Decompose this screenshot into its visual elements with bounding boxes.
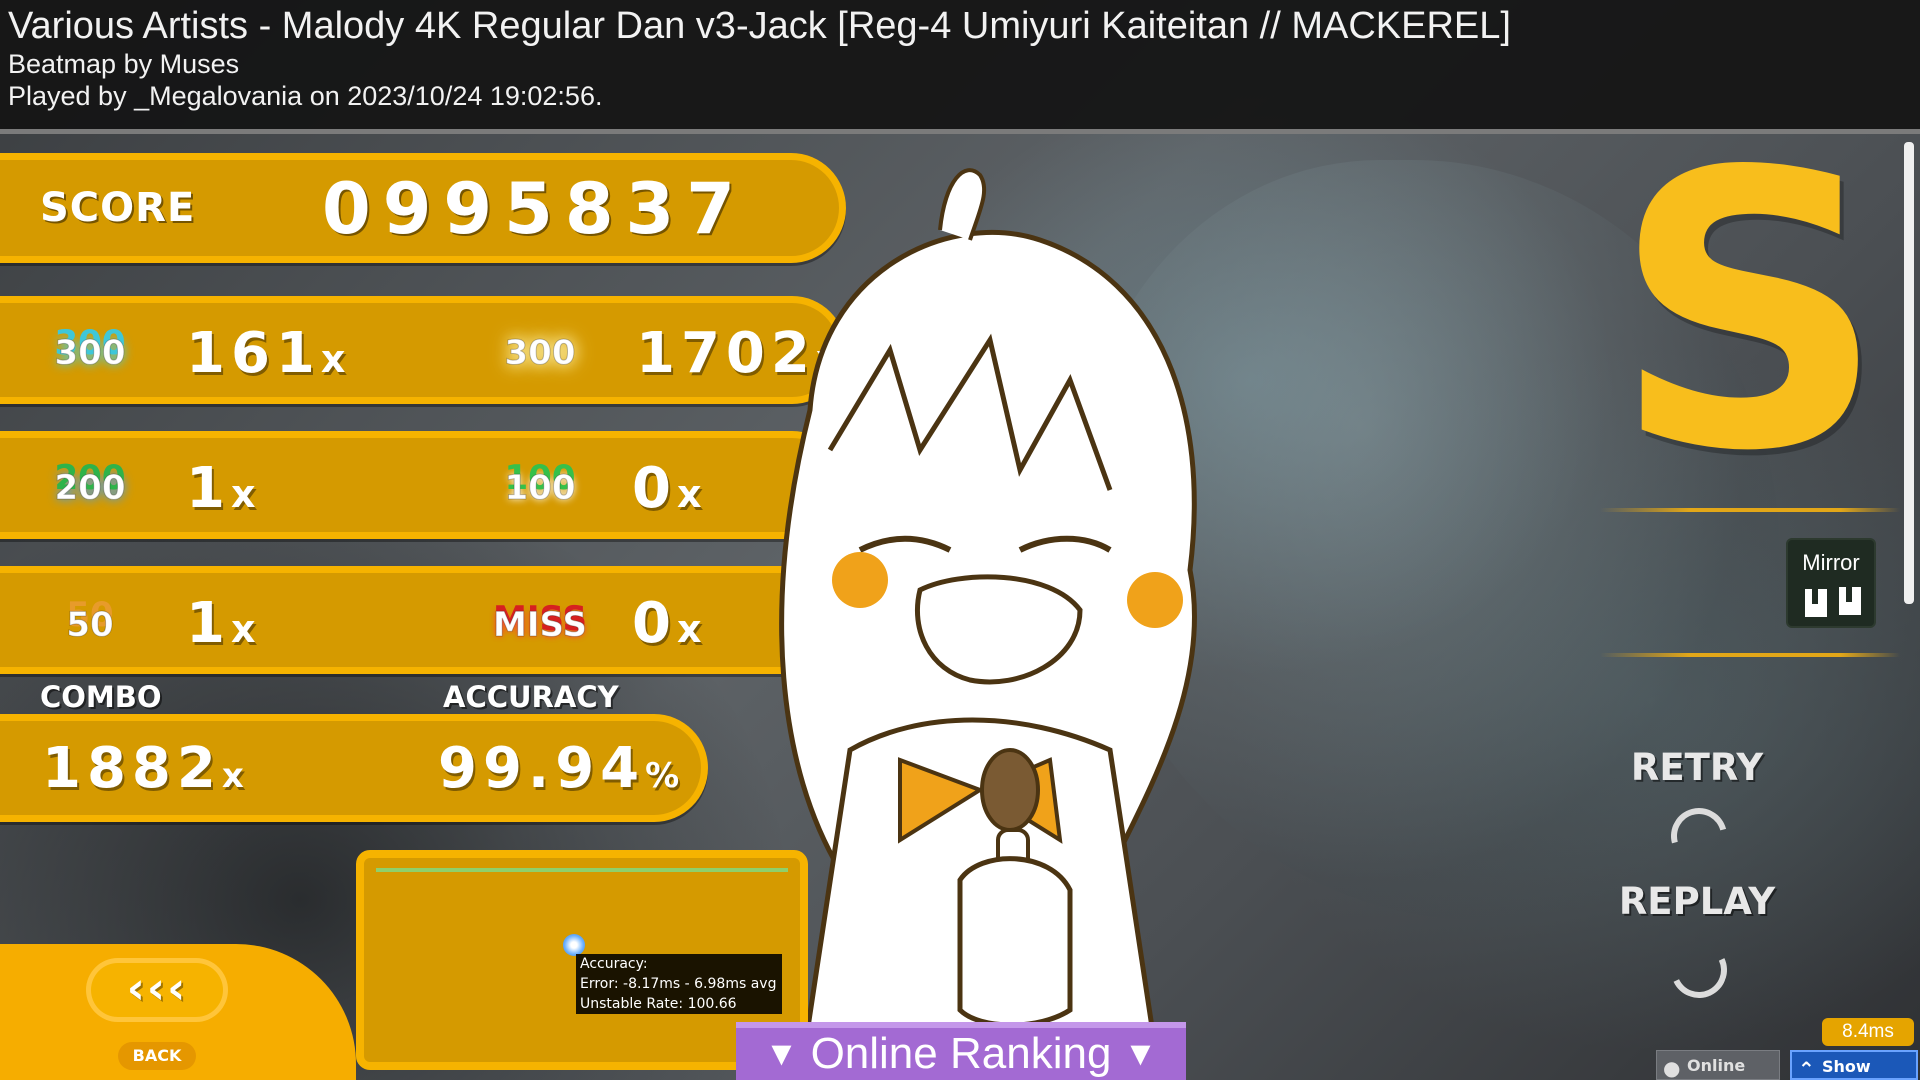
- combo-value: 1882x: [42, 736, 244, 801]
- score-label: SCORE: [40, 185, 196, 231]
- users-icon: ●: [1663, 1056, 1681, 1080]
- hit100-icon: 100: [504, 468, 576, 509]
- replay-button[interactable]: REPLAY: [1597, 880, 1797, 923]
- show-chat-button[interactable]: ⌃ Show Chat: [1790, 1050, 1918, 1080]
- rank-divider-bottom: [1600, 653, 1900, 657]
- hit50-icon: 50: [66, 605, 114, 646]
- hit300-geki-icon: 300: [504, 333, 576, 374]
- accuracy-label: ACCURACY: [443, 680, 619, 714]
- miss-icon: MISS: [493, 605, 588, 646]
- rank-grade: S: [1612, 91, 1886, 534]
- tooltip-accuracy: Accuracy:: [580, 956, 648, 972]
- chevron-up-icon: ⌃: [1798, 1057, 1815, 1080]
- hit300-count: 161x: [186, 321, 346, 386]
- accuracy-value: 99.94%: [438, 736, 680, 801]
- latency-indicator: 8.4ms: [1822, 1018, 1914, 1046]
- online-ranking-button[interactable]: ▼ Online Ranking ▼: [736, 1022, 1186, 1080]
- scrollbar[interactable]: [1904, 142, 1914, 604]
- tooltip-unstable-rate: Unstable Rate: 100.66: [580, 996, 737, 1012]
- hit200-count: 1x: [186, 456, 256, 521]
- hit50-count: 1x: [186, 591, 256, 656]
- graph-line: [376, 868, 788, 872]
- online-users-button[interactable]: ● Online Users: [1656, 1050, 1780, 1080]
- hit200-icon: 200: [54, 468, 126, 509]
- rank-divider-top: [1600, 508, 1900, 512]
- arrow-down-icon: ▼: [764, 1035, 799, 1073]
- back-button[interactable]: ‹‹‹: [86, 958, 228, 1022]
- beatmap-creator: Beatmap by Muses: [8, 49, 240, 79]
- mod-mirror: Mirror: [1786, 538, 1876, 628]
- show-chat-label: Show Chat: [1822, 1057, 1871, 1076]
- accuracy-tooltip: Accuracy: Error: -8.17ms - 6.98ms avg Un…: [576, 954, 782, 1014]
- arrow-down-icon: ▼: [1123, 1035, 1158, 1073]
- retry-button[interactable]: RETRY: [1597, 746, 1797, 789]
- graph-cursor-dot: [563, 934, 585, 956]
- mirror-piano-keys-icon: [1803, 585, 1863, 619]
- mod-mirror-label: Mirror: [1802, 550, 1860, 575]
- online-users-label: Online Users: [1687, 1056, 1746, 1075]
- hit300-icon: 300: [54, 333, 126, 374]
- tooltip-error: Error: -8.17ms - 6.98ms avg: [580, 976, 777, 992]
- score-value: 0995837: [322, 168, 747, 250]
- back-label[interactable]: BACK: [118, 1042, 196, 1070]
- combo-label: COMBO: [40, 680, 162, 714]
- online-ranking-label: Online Ranking: [810, 1029, 1112, 1078]
- beatmap-title: Various Artists - Malody 4K Regular Dan …: [8, 5, 1511, 47]
